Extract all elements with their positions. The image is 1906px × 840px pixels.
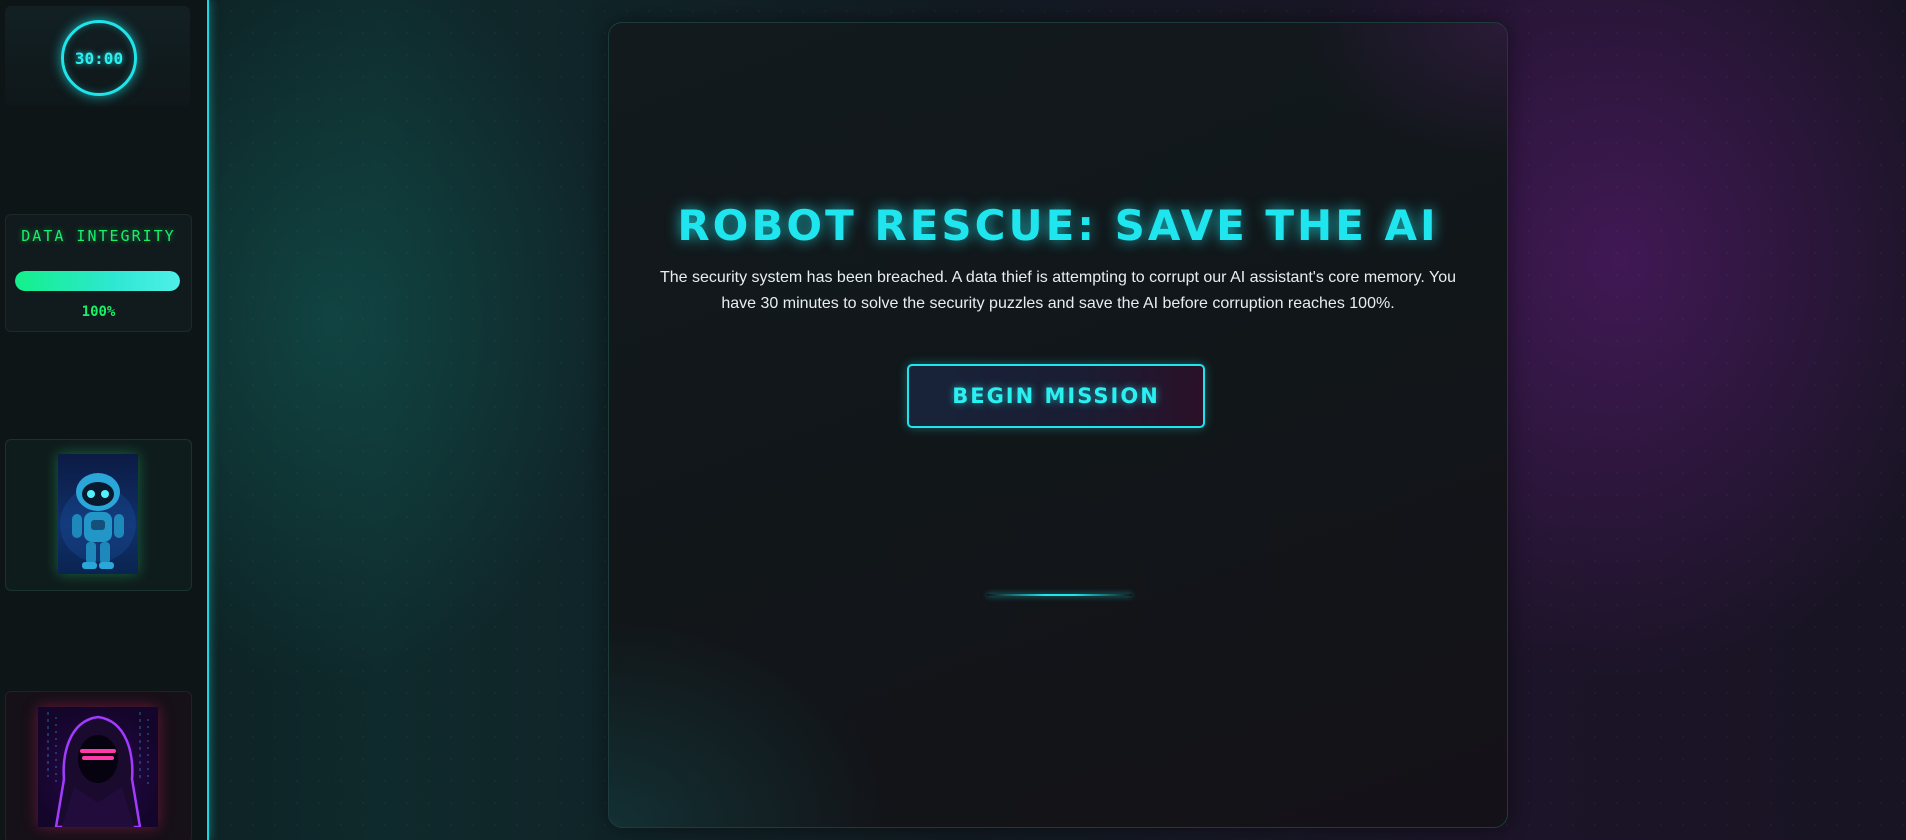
robot-panel	[5, 439, 192, 591]
page-title: ROBOT RESCUE: SAVE THE AI	[677, 201, 1439, 250]
countdown-timer: 30:00	[61, 20, 137, 96]
data-integrity-panel: DATA INTEGRITY 100%	[5, 214, 192, 332]
begin-mission-button[interactable]: BEGIN MISSION	[907, 364, 1205, 428]
hacker-panel	[5, 691, 192, 840]
data-integrity-bar-fill	[15, 271, 180, 291]
timer-panel: 30:00	[5, 6, 190, 106]
hooded-hacker-icon	[38, 707, 158, 827]
mission-intro-card: ROBOT RESCUE: SAVE THE AI The security s…	[608, 22, 1508, 828]
data-integrity-bar	[15, 271, 180, 291]
data-integrity-percent: 100%	[81, 304, 116, 320]
mission-description: The security system has been breached. A…	[659, 269, 1457, 312]
robot-icon	[58, 454, 138, 574]
loading-glow-line	[987, 594, 1132, 596]
data-integrity-title: DATA INTEGRITY	[21, 227, 176, 245]
sidebar: 30:00 DATA INTEGRITY 100%	[0, 0, 209, 840]
